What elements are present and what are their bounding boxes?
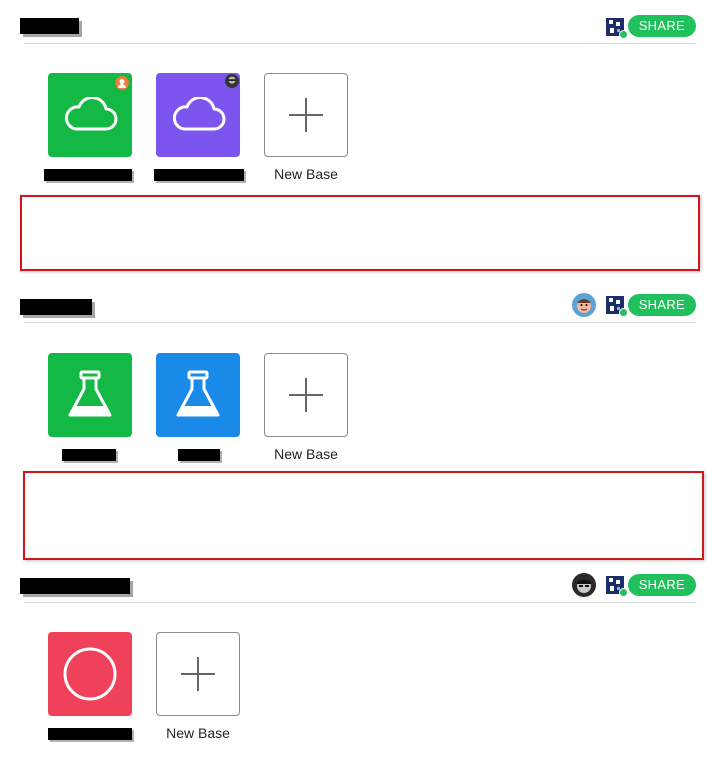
share-button[interactable]: SHARE bbox=[627, 15, 696, 37]
base-name-redacted bbox=[154, 169, 244, 181]
cloud-icon bbox=[64, 97, 118, 131]
workspace-divider bbox=[24, 43, 696, 44]
user-avatar[interactable] bbox=[604, 574, 628, 597]
base-name-redacted bbox=[178, 449, 220, 461]
base-name-redacted bbox=[44, 169, 132, 181]
workspace-divider bbox=[24, 322, 696, 323]
share-button[interactable]: SHARE bbox=[627, 294, 696, 316]
new-base-button[interactable] bbox=[156, 632, 240, 716]
new-base-item[interactable]: New Base bbox=[156, 632, 240, 741]
base-name-redacted bbox=[48, 728, 132, 740]
new-base-item[interactable]: New Base bbox=[264, 353, 348, 462]
workspace-name-redacted bbox=[20, 578, 130, 594]
workspace-divider bbox=[24, 602, 696, 603]
new-base-item[interactable]: New Base bbox=[264, 73, 348, 182]
cartoon-avatar-icon bbox=[572, 293, 596, 317]
highlight-box bbox=[23, 471, 704, 560]
workspace-header: SHARE bbox=[20, 4, 696, 44]
plus-icon bbox=[289, 98, 323, 132]
base-item[interactable] bbox=[48, 353, 132, 461]
cloud-icon bbox=[172, 97, 226, 131]
base-tile[interactable] bbox=[48, 632, 132, 716]
flask-icon bbox=[68, 370, 112, 417]
base-tile[interactable] bbox=[156, 353, 240, 437]
base-name-redacted bbox=[62, 449, 116, 461]
online-indicator bbox=[619, 30, 628, 39]
collaborator-badge-icon bbox=[115, 76, 129, 90]
plus-icon bbox=[181, 657, 215, 691]
new-base-button[interactable] bbox=[264, 73, 348, 157]
base-item[interactable] bbox=[44, 73, 132, 181]
new-base-label: New Base bbox=[274, 166, 338, 182]
workspace-header: SHARE bbox=[20, 563, 696, 603]
plus-icon bbox=[289, 378, 323, 412]
workspace-name-redacted bbox=[20, 299, 92, 315]
user-avatar[interactable] bbox=[604, 16, 628, 39]
base-item[interactable] bbox=[156, 353, 240, 461]
circle-icon bbox=[63, 647, 117, 701]
workspace-header: SHARE bbox=[20, 283, 696, 323]
user-avatar[interactable] bbox=[604, 294, 628, 317]
base-tile[interactable] bbox=[48, 353, 132, 437]
workspace-name-redacted bbox=[20, 18, 79, 34]
base-item[interactable] bbox=[154, 73, 244, 181]
flask-icon bbox=[176, 370, 220, 417]
new-base-button[interactable] bbox=[264, 353, 348, 437]
highlight-box bbox=[20, 195, 700, 271]
share-button[interactable]: SHARE bbox=[627, 574, 696, 596]
base-item[interactable] bbox=[48, 632, 132, 740]
online-indicator bbox=[619, 308, 628, 317]
user-avatar[interactable] bbox=[572, 293, 596, 317]
collaborator-avatar-icon bbox=[225, 74, 239, 88]
user-avatar[interactable] bbox=[572, 573, 596, 597]
new-base-label: New Base bbox=[166, 725, 230, 741]
new-base-label: New Base bbox=[274, 446, 338, 462]
base-tile[interactable] bbox=[156, 73, 240, 157]
photo-avatar-icon bbox=[572, 573, 596, 597]
online-indicator bbox=[619, 588, 628, 597]
base-tile[interactable] bbox=[48, 73, 132, 157]
